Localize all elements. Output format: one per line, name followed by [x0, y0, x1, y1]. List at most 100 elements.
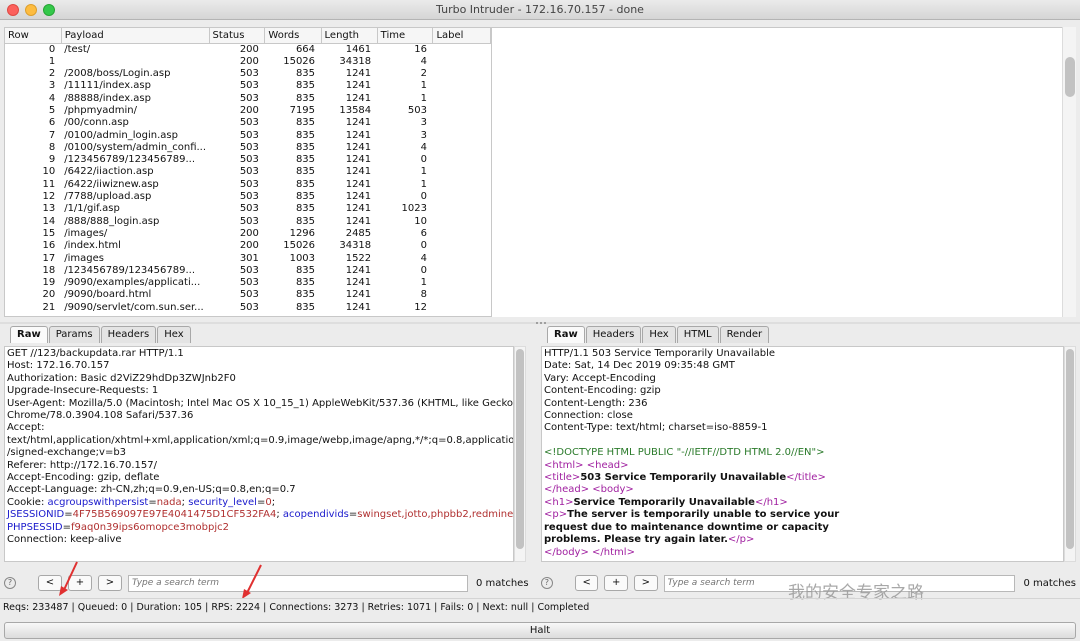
table-cell: 6	[420, 227, 427, 239]
table-row[interactable]: 9/123456789/123456789... 503 835 1241 0	[5, 154, 491, 166]
search-add-button[interactable]: +	[604, 575, 629, 591]
column-header[interactable]: Row	[5, 28, 62, 44]
search-prev-button[interactable]: <	[574, 575, 599, 591]
tab-render[interactable]: Render	[719, 326, 770, 343]
halt-button[interactable]: Halt	[4, 622, 1076, 639]
cookie-line-1: Cookie: acgroupswithpersist=nada; securi…	[7, 496, 276, 508]
cookie-value: nada	[156, 496, 182, 508]
annotation-arrow	[242, 564, 262, 599]
table-cell: 503	[239, 80, 259, 92]
table-cell: 503	[239, 178, 259, 190]
table-cell: 10	[414, 215, 427, 227]
column-header[interactable]: Payload	[61, 28, 210, 44]
search-next-button[interactable]: >	[634, 575, 658, 591]
table-cell: 1241	[345, 191, 372, 203]
table-cell: /11111/index.asp	[64, 80, 151, 92]
minimize-window-button[interactable]	[25, 4, 37, 16]
table-cell: 16	[414, 43, 427, 55]
table-cell: 835	[295, 178, 316, 190]
table-cell: 1241	[345, 129, 372, 141]
table-row[interactable]: 6/00/conn.asp 503 835 1241 3	[5, 117, 491, 129]
split-divider[interactable]	[0, 318, 1080, 324]
tab-headers[interactable]: Headers	[100, 326, 157, 343]
table-cell: 1	[420, 277, 427, 289]
table-row[interactable]: 21/9090/servlet/com.sun.ser... 503 835 1241…	[5, 302, 491, 314]
request-editor[interactable]: GET //123/backupdata.rar HTTP/1.1 Host: 1…	[4, 346, 514, 562]
request-scrollbar-thumb[interactable]	[516, 349, 524, 549]
table-cell: 200	[239, 240, 259, 252]
column-header[interactable]: Time	[377, 28, 434, 44]
response-editor[interactable]: HTTP/1.1 503 Service Temporarily Unavail…	[541, 346, 1064, 562]
table-row[interactable]: 19/9090/examples/applicati... 503 835 1241 1	[5, 277, 491, 289]
response-scrollbar-thumb[interactable]	[1066, 349, 1074, 549]
request-search-input[interactable]	[128, 574, 468, 592]
table-row[interactable]: 7/0100/admin_login.asp 503 835 1241 3	[5, 130, 491, 142]
table-cell	[433, 302, 491, 314]
table-cell: 13584	[339, 104, 372, 116]
table-row[interactable]: 4/88888/index.asp 503 835 1241 1	[5, 93, 491, 105]
table-cell: 2	[48, 68, 56, 80]
table-row[interactable]: 17/images 301 1003 1522 4	[5, 253, 491, 265]
zoom-window-button[interactable]	[43, 4, 55, 16]
table-row[interactable]: 20/9090/board.html 503 835 1241 8	[5, 289, 491, 301]
request-line: Chrome/78.0.3904.108 Safari/537.36	[7, 410, 194, 422]
table-row[interactable]: 10/6422/iiaction.asp 503 835 1241 1	[5, 166, 491, 178]
table-scrollbar-thumb[interactable]	[1065, 57, 1075, 97]
table-cell	[61, 56, 209, 68]
table-cell: /123456789/123456789...	[64, 154, 195, 166]
table-cell: 1241	[345, 92, 372, 104]
response-scrollbar[interactable]	[1064, 346, 1076, 562]
table-cell	[433, 130, 491, 142]
table-cell: 200	[239, 43, 259, 55]
table-row[interactable]: 3/11111/index.asp 503 835 1241 1	[5, 80, 491, 92]
table-cell: 1241	[345, 141, 372, 153]
table-row[interactable]: 18/123456789/123456789... 503 835 1241 0	[5, 265, 491, 277]
tab-params[interactable]: Params	[48, 326, 100, 343]
table-row[interactable]: 5/phpmyadmin/200 7195 13584 503	[5, 105, 491, 117]
table-cell: /2008/boss/Login.asp	[64, 68, 171, 80]
table-cell: 8	[420, 289, 427, 301]
tab-headers[interactable]: Headers	[585, 326, 642, 343]
request-line: Referer: http://172.16.70.157/	[7, 459, 158, 471]
table-cell: /images/	[64, 227, 108, 239]
table-row[interactable]: 2/2008/boss/Login.asp 503 835 1241 2	[5, 68, 491, 80]
table-cell: 2485	[345, 227, 372, 239]
close-window-button[interactable]	[7, 4, 19, 16]
table-scrollbar[interactable]	[1062, 27, 1076, 317]
table-row[interactable]: 8/0100/system/admin_confi... 503 835 1241 4	[5, 142, 491, 154]
column-header[interactable]: Length	[321, 28, 378, 44]
cookie-key: acgroupswithpersist	[47, 496, 149, 508]
table-row[interactable]: 1 200 15026 34318 4	[5, 56, 491, 68]
table-row[interactable]: 0/test/200 664 1461 16	[5, 43, 491, 56]
help-icon[interactable]: ?	[4, 577, 16, 589]
table-cell: 503	[239, 277, 259, 289]
help-icon[interactable]: ?	[541, 577, 553, 589]
table-cell: 1	[48, 55, 56, 67]
request-line: Authorization: Basic d2ViZ29hdDp3ZWJnb2F…	[7, 372, 236, 384]
cookie-key: acopendivids	[282, 509, 349, 521]
column-header[interactable]: Words	[264, 28, 322, 44]
table-row[interactable]: 14/888/888_login.asp 503 835 1241 10	[5, 216, 491, 228]
table-cell: 835	[295, 92, 316, 104]
table-row[interactable]: 16/index.html 200 15026 34318 0	[5, 240, 491, 252]
tab-html[interactable]: HTML	[676, 326, 719, 343]
cookie-value: 4F75B569097E97E4041475D1CF532FA4	[72, 509, 277, 521]
tab-hex[interactable]: Hex	[157, 326, 191, 343]
table-row[interactable]: 12/7788/upload.asp 503 835 1241 0	[5, 191, 491, 203]
table-row[interactable]: 13/1/1/gif.asp 503 835 1241 1023	[5, 203, 491, 215]
table-cell: 1	[420, 178, 427, 190]
column-header[interactable]: Status	[209, 28, 266, 44]
request-line: Accept-Encoding: gzip, deflate	[7, 472, 160, 484]
column-header[interactable]: Label	[432, 28, 491, 44]
request-scrollbar[interactable]	[514, 346, 526, 562]
p-line-1: <p>The server is temporarily unable to s…	[544, 509, 840, 521]
tab-raw[interactable]: Raw	[10, 326, 48, 343]
table-cell: 4	[420, 141, 427, 153]
table-cell	[433, 216, 491, 228]
search-next-button[interactable]: >	[98, 575, 122, 591]
tab-hex[interactable]: Hex	[642, 326, 676, 343]
table-row[interactable]: 11/6422/iiwiznew.asp 503 835 1241 1	[5, 179, 491, 191]
table-cell: 16	[42, 240, 56, 252]
table-row[interactable]: 15/images/200 1296 2485 6	[5, 228, 491, 240]
tab-raw[interactable]: Raw	[547, 326, 585, 343]
